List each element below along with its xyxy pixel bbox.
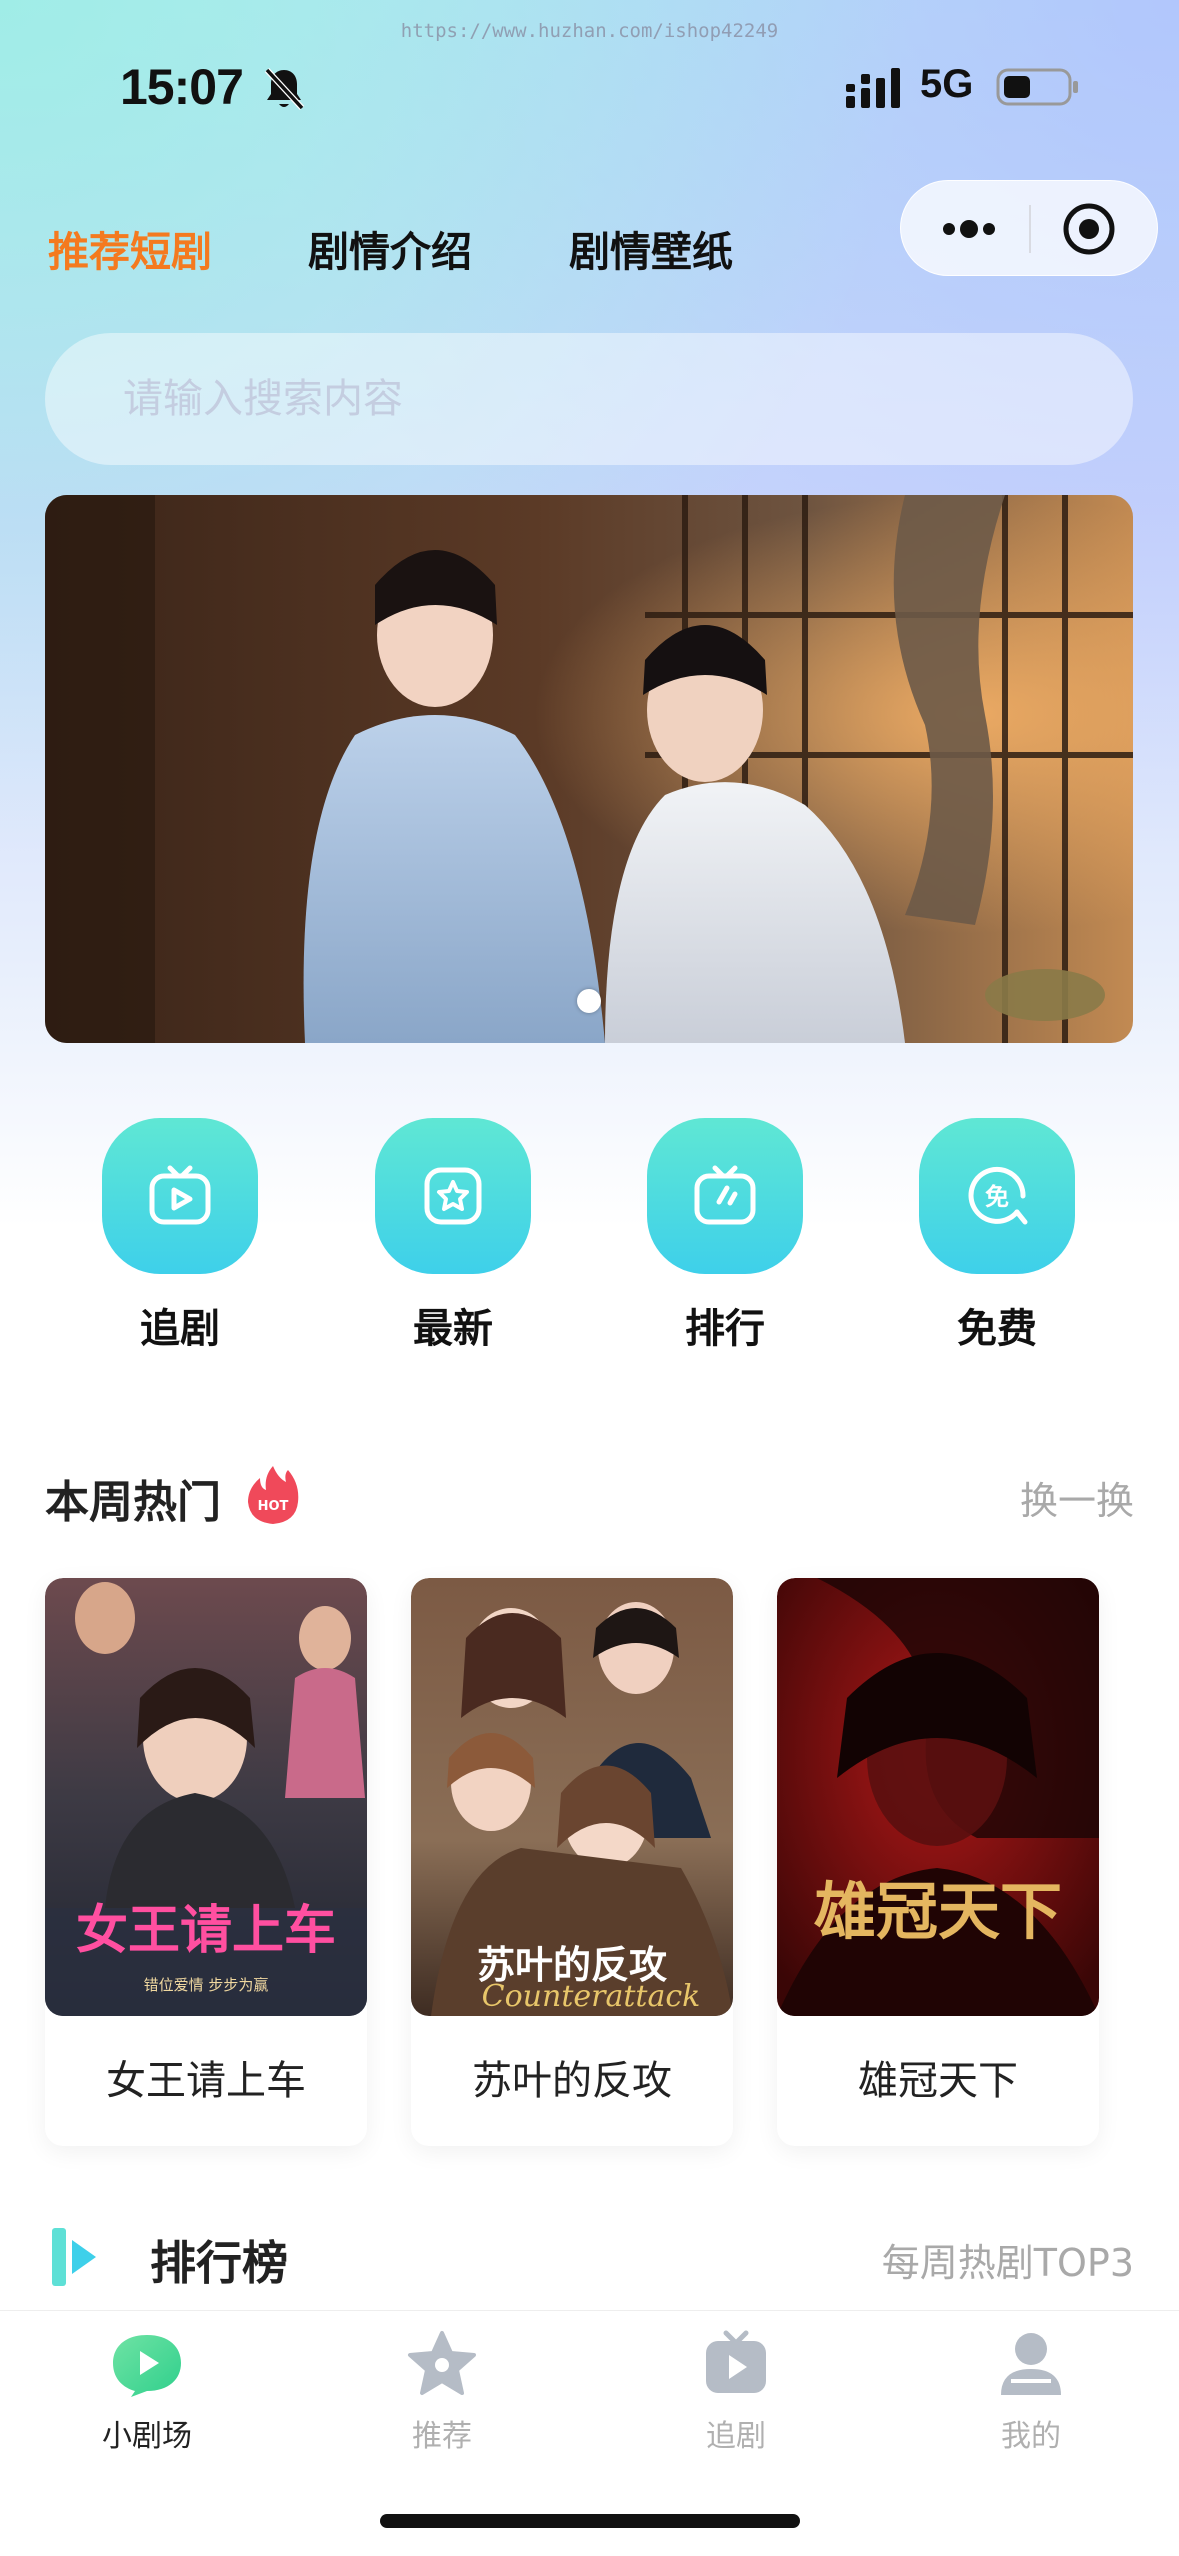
quick-nav-latest[interactable]: 最新: [373, 1118, 533, 1354]
hot-fire-icon: HOT: [248, 1466, 299, 1524]
tabbar-label: 追剧: [706, 2419, 766, 2454]
home-indicator[interactable]: [380, 2514, 800, 2528]
quick-nav-ranking[interactable]: 排行: [645, 1118, 805, 1354]
svg-text:雄冠天下: 雄冠天下: [814, 1875, 1062, 1948]
capsule-divider: [1029, 205, 1031, 253]
svg-text:Counterattack: Counterattack: [482, 1979, 701, 2014]
drama-title: 雄冠天下: [858, 2058, 1018, 2104]
target-icon[interactable]: [1061, 201, 1117, 257]
drama-poster: 苏叶的反攻 Counterattack: [411, 1578, 733, 2016]
status-time: 15:07: [120, 59, 244, 115]
svg-text:错位爱情 步步为赢: 错位爱情 步步为赢: [144, 1976, 269, 1994]
tabbar-item-theater[interactable]: 小剧场: [47, 2329, 247, 2455]
svg-text:免: 免: [985, 1183, 1009, 1211]
refresh-button[interactable]: 换一换: [1020, 1470, 1134, 1525]
hot-section-title: 本周热门: [45, 1477, 221, 1528]
carousel-indicator[interactable]: [577, 989, 601, 1013]
tabbar-item-follow[interactable]: 追剧: [636, 2329, 836, 2455]
quick-nav-follow[interactable]: 追剧: [100, 1118, 260, 1354]
svg-text:HOT: HOT: [258, 1499, 289, 1514]
signal-icon: [846, 68, 900, 108]
drama-poster: 女王请上车 错位爱情 步步为赢: [45, 1578, 367, 2016]
tabbar-item-recommend[interactable]: 推荐: [342, 2329, 542, 2455]
drama-title: 女王请上车: [106, 2058, 306, 2104]
search-bar: [45, 333, 1133, 465]
svg-text:女王请上车: 女王请上车: [76, 1900, 336, 1961]
free-icon: 免: [919, 1118, 1075, 1274]
tab-plot-wallpaper[interactable]: 剧情壁纸: [569, 218, 733, 278]
banner-carousel[interactable]: [45, 495, 1133, 1043]
quick-nav-label: 排行: [685, 1306, 765, 1352]
tabbar-item-mine[interactable]: 我的: [931, 2329, 1131, 2455]
banner-image: [45, 495, 1133, 1043]
tab-plot-intro[interactable]: 剧情介绍: [308, 218, 472, 278]
bell-slash-icon: [264, 67, 305, 111]
tv-rank-icon: [647, 1118, 803, 1274]
tab-recommend-drama[interactable]: 推荐短剧: [48, 218, 212, 278]
more-icon[interactable]: [937, 207, 1001, 251]
drama-card[interactable]: 女王请上车 错位爱情 步步为赢 女王请上车: [45, 1578, 367, 2146]
star-icon: [408, 2331, 476, 2395]
mini-program-page: https://www.huzhan.com/ishop42249 15:07 …: [0, 0, 1179, 2556]
drama-card[interactable]: 雄冠天下 雄冠天下: [777, 1578, 1099, 2146]
tabbar-label: 小剧场: [102, 2419, 192, 2454]
ranking-section-title: 排行榜: [150, 2236, 288, 2290]
quick-nav-label: 最新: [413, 1306, 493, 1352]
tv-play-icon: [102, 1118, 258, 1274]
status-bar: 15:07 5G: [0, 52, 1179, 132]
search-input[interactable]: [123, 333, 1083, 465]
ranking-marker-icon: [52, 2228, 96, 2286]
quick-nav-label: 追剧: [140, 1306, 220, 1352]
miniprogram-capsule: [900, 180, 1158, 276]
watermark-text: https://www.huzhan.com/ishop42249: [400, 20, 779, 42]
user-icon: [1001, 2333, 1061, 2395]
drama-title: 苏叶的反攻: [472, 2058, 672, 2104]
tv-icon: [706, 2330, 766, 2393]
tabbar-label: 推荐: [412, 2419, 472, 2454]
theater-icon: [113, 2335, 181, 2397]
ranking-subtitle: 每周热剧TOP3: [881, 2241, 1134, 2285]
drama-poster: 雄冠天下: [777, 1578, 1099, 2016]
star-icon: [375, 1118, 531, 1274]
drama-card[interactable]: 苏叶的反攻 Counterattack 苏叶的反攻: [411, 1578, 733, 2146]
network-type: 5G: [920, 62, 974, 106]
quick-nav-label: 免费: [957, 1306, 1037, 1352]
battery-icon: [996, 68, 1078, 106]
quick-nav-free[interactable]: 免 免费: [917, 1118, 1077, 1354]
tabbar-label: 我的: [1001, 2419, 1061, 2454]
